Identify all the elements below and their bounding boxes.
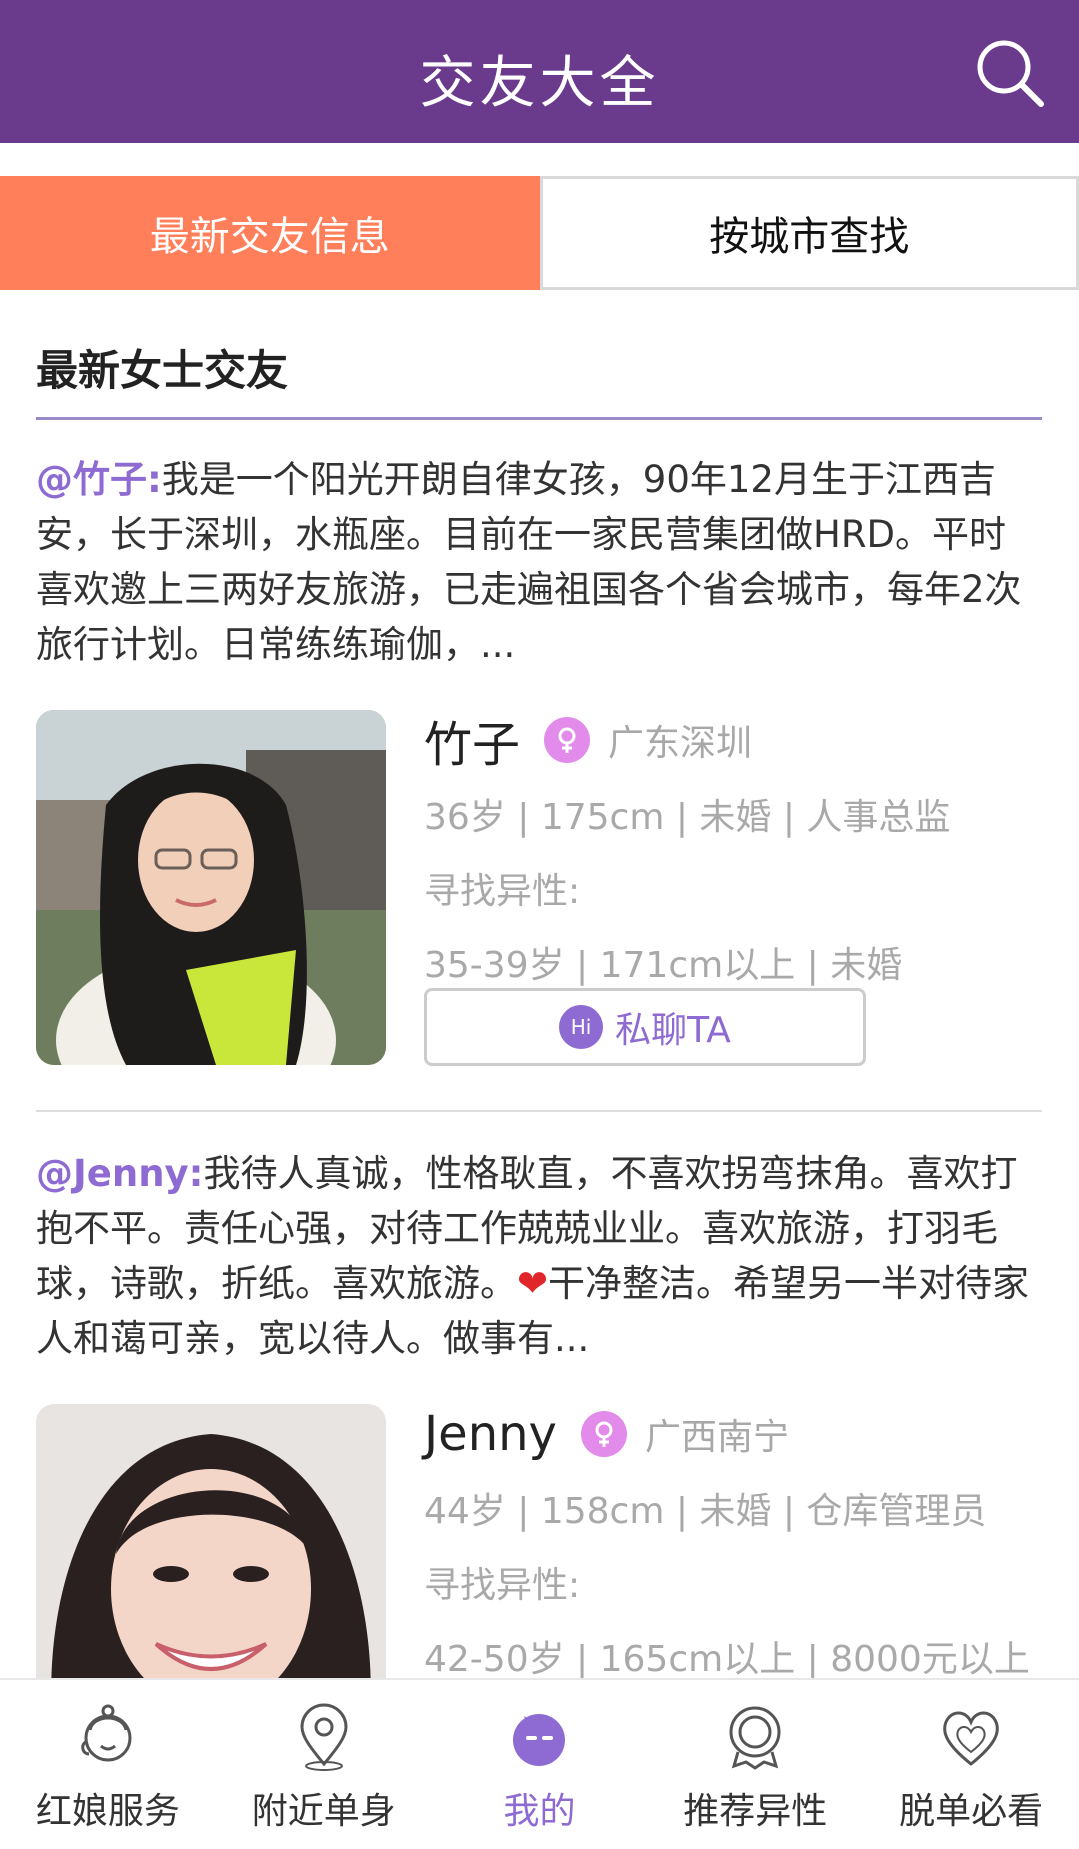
female-icon — [581, 1411, 627, 1457]
profile-stats: 36岁 | 175cm | 未婚 | 人事总监 — [424, 788, 1042, 840]
bottom-nav: 红娘服务 附近单身 我的 推荐异性 脱单必看 — [0, 1678, 1079, 1849]
profile-card[interactable]: 竹子 广东深圳 36岁 | 175cm | 未婚 | 人事总监 寻找异性: 35… — [36, 710, 1042, 1070]
location-pin-icon — [289, 1702, 359, 1772]
seek-criteria: 35-39岁 | 171cm以上 | 未婚 — [424, 936, 1042, 988]
nav-label: 脱单必看 — [899, 1782, 1043, 1834]
tab-bar: 最新交友信息 按城市查找 — [0, 176, 1079, 290]
private-chat-label: 私聊TA — [615, 1001, 731, 1053]
matchmaker-icon — [73, 1702, 143, 1772]
profile-stats: 44岁 | 158cm | 未婚 | 仓库管理员 — [424, 1482, 1042, 1534]
nav-label: 附近单身 — [252, 1782, 396, 1834]
section-title: 最新女士交友 — [36, 337, 288, 398]
profile-info: 竹子 广东深圳 36岁 | 175cm | 未婚 | 人事总监 寻找异性: 35… — [424, 710, 1042, 988]
post-intro-text: 我是一个阳光开朗自律女孩，90年12月生于江西吉安，长于深圳，水瓶座。目前在一家… — [36, 458, 1022, 666]
nav-nearby[interactable]: 附近单身 — [216, 1680, 432, 1849]
nav-must-see[interactable]: 脱单必看 — [863, 1680, 1079, 1849]
profile-city: 广西南宁 — [645, 1408, 789, 1460]
nav-recommend[interactable]: 推荐异性 — [647, 1680, 863, 1849]
post-item: @竹子:我是一个阳光开朗自律女孩，90年12月生于江西吉安，长于深圳，水瓶座。目… — [36, 452, 1042, 672]
tab-latest[interactable]: 最新交友信息 — [0, 176, 540, 290]
recommend-icon — [720, 1702, 790, 1772]
seek-criteria: 42-50岁 | 165cm以上 | 8000元以上 — [424, 1630, 1042, 1682]
tab-by-city[interactable]: 按城市查找 — [540, 176, 1079, 290]
profile-photo[interactable] — [36, 710, 386, 1065]
hi-chat-icon: Hi — [559, 1005, 603, 1049]
profile-name[interactable]: Jenny — [424, 1406, 557, 1462]
search-icon[interactable] — [971, 34, 1047, 110]
post-intro[interactable]: @Jenny:我待人真诚，性格耿直，不喜欢拐弯抹角。喜欢打抱不平。责任心强，对待… — [36, 1146, 1042, 1366]
nav-label: 红娘服务 — [36, 1782, 180, 1834]
female-icon — [544, 717, 590, 763]
profile-name[interactable]: 竹子 — [424, 705, 520, 775]
profile-face-icon — [504, 1702, 574, 1772]
nav-matchmaker[interactable]: 红娘服务 — [0, 1680, 216, 1849]
post-author[interactable]: @竹子: — [36, 458, 162, 501]
heart-icon — [936, 1702, 1006, 1772]
heart-emoji-icon: ❤ — [517, 1262, 548, 1305]
nav-label: 我的 — [503, 1782, 575, 1834]
post-intro[interactable]: @竹子:我是一个阳光开朗自律女孩，90年12月生于江西吉安，长于深圳，水瓶座。目… — [36, 452, 1042, 672]
post-item: @Jenny:我待人真诚，性格耿直，不喜欢拐弯抹角。喜欢打抱不平。责任心强，对待… — [36, 1146, 1042, 1366]
page-title: 交友大全 — [0, 38, 1079, 119]
private-chat-button[interactable]: Hi 私聊TA — [424, 988, 866, 1066]
seek-label: 寻找异性: — [424, 1556, 1042, 1608]
nav-label: 推荐异性 — [683, 1782, 827, 1834]
post-author[interactable]: @Jenny: — [36, 1152, 203, 1195]
section-divider — [36, 417, 1042, 420]
profile-city: 广东深圳 — [608, 714, 752, 766]
app-header: 交友大全 — [0, 0, 1079, 143]
post-divider — [36, 1110, 1042, 1112]
seek-label: 寻找异性: — [424, 862, 1042, 914]
nav-mine[interactable]: 我的 — [432, 1680, 648, 1849]
profile-info: Jenny 广西南宁 44岁 | 158cm | 未婚 | 仓库管理员 寻找异性… — [424, 1404, 1042, 1682]
